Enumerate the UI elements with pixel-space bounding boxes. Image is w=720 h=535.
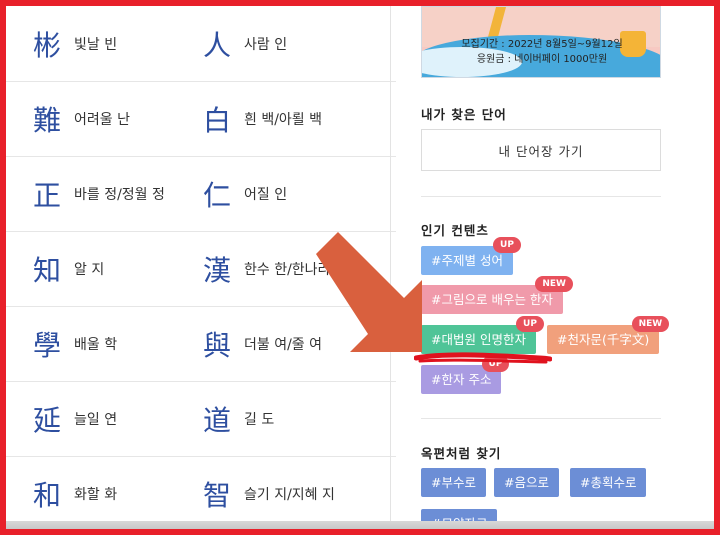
hanja-entry[interactable]: 與 더불 여/줄 여 <box>200 306 322 381</box>
tag-label: #대법원 인명한자 <box>431 332 526 347</box>
hanja-char: 仁 <box>202 178 231 212</box>
find-by-radical-button[interactable]: #부수로 <box>421 468 486 497</box>
hanja-char: 難 <box>32 103 61 137</box>
hanja-entry[interactable]: 延 늘일 연 <box>30 381 117 456</box>
hanja-char: 知 <box>32 253 61 287</box>
find-by-sound-button[interactable]: #음으로 <box>494 468 559 497</box>
window-shadow <box>0 521 720 535</box>
banner-period: 모집기간 : 2022년 8월5일~9월12일 <box>461 39 623 50</box>
hanja-char: 學 <box>32 328 61 362</box>
find-like-dictionary-title: 옥편처럼 찾기 <box>421 446 502 461</box>
hanja-meaning: 흰 백/아뢸 백 <box>244 111 323 128</box>
hanja-entry[interactable]: 智 슬기 지/지혜 지 <box>200 456 335 521</box>
hanja-entry[interactable]: 和 화할 화 <box>30 456 117 521</box>
list-item: 難 어려울 난 白 흰 백/아뢸 백 <box>6 81 396 157</box>
hanja-char: 智 <box>202 478 231 512</box>
hanja-entry[interactable]: 正 바를 정/정월 정 <box>30 156 165 231</box>
hanja-entry[interactable]: 彬 빛날 빈 <box>30 6 117 81</box>
hanja-entry[interactable]: 難 어려울 난 <box>30 81 130 156</box>
hanja-char: 和 <box>32 478 61 512</box>
hanja-char: 道 <box>202 403 231 437</box>
list-item: 延 늘일 연 道 길 도 <box>6 381 396 457</box>
list-item: 和 화할 화 智 슬기 지/지혜 지 <box>6 456 396 521</box>
banner-prize: 응원금 : 네이버페이 1000만원 <box>476 54 608 65</box>
event-banner[interactable]: 모집기간 : 2022년 8월5일~9월12일 응원금 : 네이버페이 1000… <box>421 6 661 78</box>
up-badge: UP <box>493 237 521 253</box>
tag-label: #그림으로 배우는 한자 <box>431 292 553 307</box>
hanja-meaning: 어질 인 <box>244 186 288 203</box>
tag-thousand-character-classic[interactable]: #천자문(千字文) NEW <box>547 316 670 354</box>
hanja-entry[interactable]: 學 배울 학 <box>30 306 117 381</box>
up-badge: UP <box>516 316 544 332</box>
hanja-entry[interactable]: 漢 한수 한/한나라 <box>200 231 330 306</box>
hanja-entry[interactable]: 人 사람 인 <box>200 6 287 81</box>
hanja-entry[interactable]: 道 길 도 <box>200 381 274 456</box>
sidebar: 모집기간 : 2022년 8월5일~9월12일 응원금 : 네이버페이 1000… <box>397 6 714 521</box>
hanja-meaning: 바를 정/정월 정 <box>74 186 165 203</box>
my-words-title: 내가 찾은 단어 <box>421 107 507 122</box>
hanja-meaning: 늘일 연 <box>74 411 118 428</box>
find-by-stroke-count-button[interactable]: #총획수로 <box>570 468 647 497</box>
tag-label: #천자문(千字文) <box>557 332 650 347</box>
hanja-entry[interactable]: 白 흰 백/아뢸 백 <box>200 81 322 156</box>
hanja-entry[interactable]: 仁 어질 인 <box>200 156 287 231</box>
hanja-char: 延 <box>32 403 61 437</box>
tag-hanja-address[interactable]: #한자 주소 UP <box>421 356 510 394</box>
find-by-shape-button[interactable]: #모양자로 <box>421 509 498 521</box>
hanja-meaning: 배울 학 <box>74 336 118 353</box>
hanja-meaning: 사람 인 <box>244 36 288 53</box>
tag-picture-hanja[interactable]: #그림으로 배우는 한자 NEW <box>421 276 573 314</box>
hanja-meaning: 알 지 <box>74 261 105 278</box>
red-underline-scribble <box>414 352 552 364</box>
hanja-char: 彬 <box>32 28 61 62</box>
section-divider <box>421 418 661 419</box>
hanja-meaning: 어려울 난 <box>74 111 130 128</box>
list-item: 彬 빛날 빈 人 사람 인 <box>6 6 396 82</box>
hanja-char: 白 <box>202 103 231 137</box>
hanja-meaning: 슬기 지/지혜 지 <box>244 486 335 503</box>
section-divider <box>421 196 661 197</box>
tag-label: #주제별 성어 <box>431 253 503 268</box>
new-badge: NEW <box>631 316 670 332</box>
my-vocabulary-button[interactable]: 내 단어장 가기 <box>421 129 661 171</box>
annotation-arrow-icon <box>316 232 422 352</box>
hanja-meaning: 화할 화 <box>74 486 118 503</box>
hanja-char: 人 <box>202 28 231 62</box>
hanja-meaning: 빛날 빈 <box>74 36 118 53</box>
hanja-meaning: 길 도 <box>244 411 275 428</box>
new-badge: NEW <box>535 276 573 292</box>
hanja-char: 與 <box>202 328 231 362</box>
tag-label: #한자 주소 <box>431 372 492 387</box>
hanja-char: 正 <box>32 178 61 212</box>
hanja-entry[interactable]: 知 알 지 <box>30 231 104 306</box>
list-item: 正 바를 정/정월 정 仁 어질 인 <box>6 156 396 232</box>
hanja-meaning: 더불 여/줄 여 <box>244 336 323 353</box>
hanja-char: 漢 <box>202 253 231 287</box>
